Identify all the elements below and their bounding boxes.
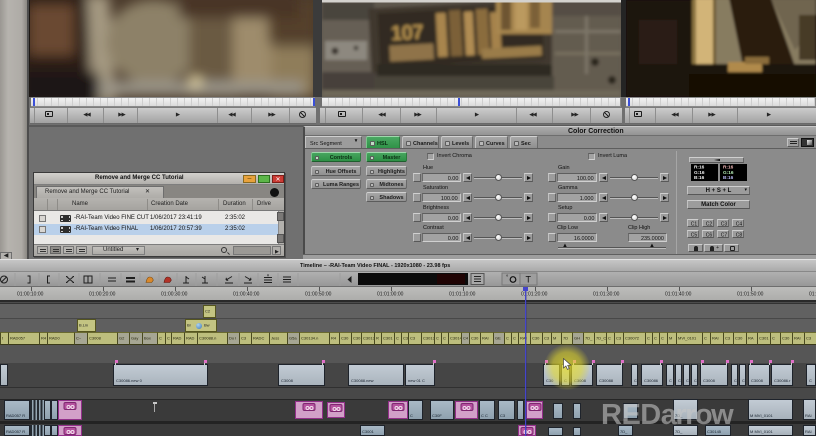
svg-text:107: 107 <box>390 21 424 46</box>
svg-text:T: T <box>526 275 532 285</box>
